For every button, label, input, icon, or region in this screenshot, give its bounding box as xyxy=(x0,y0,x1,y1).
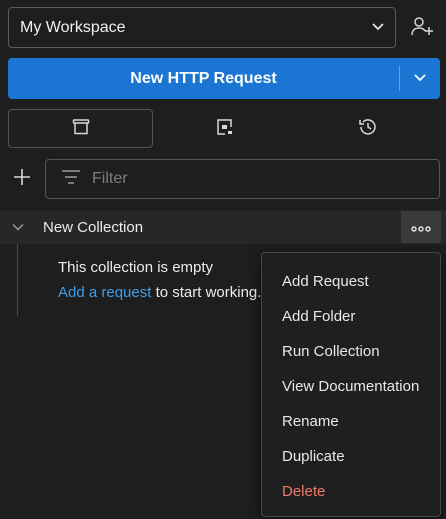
menu-item-rename[interactable]: Rename xyxy=(262,404,440,439)
add-request-link[interactable]: Add a request xyxy=(58,284,151,301)
plus-icon xyxy=(13,168,31,190)
chevron-down-icon xyxy=(371,19,385,36)
menu-item-view-documentation[interactable]: View Documentation xyxy=(262,369,440,404)
more-horizontal-icon xyxy=(411,219,431,236)
collection-row[interactable]: New Collection xyxy=(0,210,446,244)
tree-guide-line xyxy=(17,244,18,316)
menu-item-run-collection[interactable]: Run Collection xyxy=(262,334,440,369)
menu-item-add-folder[interactable]: Add Folder xyxy=(262,299,440,334)
add-request-suffix: to start working. xyxy=(151,284,262,301)
workspace-name: My Workspace xyxy=(20,18,126,36)
chevron-down-icon[interactable] xyxy=(0,223,36,231)
workspace-select[interactable]: My Workspace xyxy=(8,7,396,48)
collection-name: New Collection xyxy=(43,218,144,236)
filter-icon xyxy=(61,169,81,189)
environment-icon xyxy=(215,117,235,141)
tab-collections[interactable] xyxy=(8,109,154,148)
chevron-down-icon xyxy=(413,70,427,87)
tab-environments[interactable] xyxy=(153,109,296,148)
filter-box xyxy=(45,159,440,199)
sidebar-tabs xyxy=(8,109,440,148)
new-request-dropdown-button[interactable] xyxy=(400,58,440,99)
add-request-hint: Add a request to start working. xyxy=(58,284,263,301)
empty-collection-message: This collection is empty xyxy=(58,259,214,276)
invite-user-button[interactable] xyxy=(404,9,440,47)
collection-more-button[interactable] xyxy=(401,211,441,243)
collection-context-menu: Add Request Add Folder Run Collection Vi… xyxy=(261,252,441,517)
menu-item-add-request[interactable]: Add Request xyxy=(262,264,440,299)
tab-history[interactable] xyxy=(297,109,440,148)
filter-input[interactable] xyxy=(92,170,392,188)
menu-item-duplicate[interactable]: Duplicate xyxy=(262,439,440,474)
new-request-button[interactable]: New HTTP Request xyxy=(8,58,399,99)
new-collection-button[interactable] xyxy=(9,164,35,194)
menu-item-delete[interactable]: Delete xyxy=(262,474,440,509)
history-icon xyxy=(357,116,379,142)
add-user-icon xyxy=(410,14,434,42)
new-request-split-button: New HTTP Request xyxy=(8,58,440,99)
collections-icon xyxy=(71,117,91,141)
